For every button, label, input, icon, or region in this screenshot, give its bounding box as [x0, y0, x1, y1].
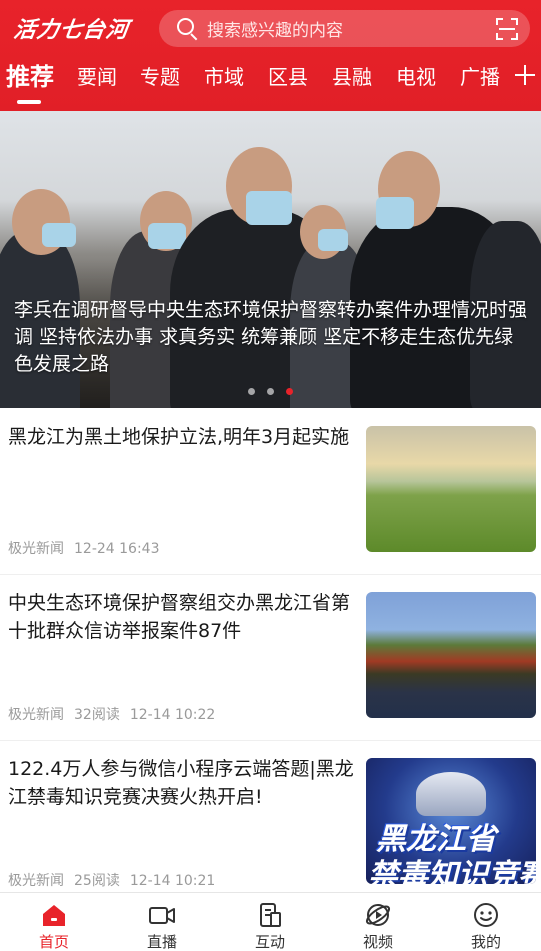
interaction-icon — [260, 903, 281, 927]
featured-banner[interactable]: 李兵在调研督导中央生态环境保护督察转办案件办理情况时强调 坚持依法办事 求真务实… — [0, 111, 541, 408]
nav-home[interactable]: 首页 — [0, 893, 108, 951]
news-title: 122.4万人参与微信小程序云端答题|黑龙江禁毒知识竞赛决赛火热开启! — [8, 758, 354, 808]
news-meta: 极光新闻 25阅读 12-14 10:21 — [8, 870, 225, 890]
news-title: 中央生态环境保护督察组交办黑龙江省第十批群众信访举报案件87件 — [8, 592, 351, 642]
news-time: 12-14 10:21 — [129, 873, 216, 889]
nav-label: 首页 — [38, 933, 69, 951]
tab-recommend[interactable]: 推荐 — [6, 58, 54, 98]
active-tab-indicator — [17, 100, 41, 104]
face-mask — [376, 197, 414, 229]
top-header: 活力七台河 搜索感兴趣的内容 推荐 要闻 专题 市域 区县 县融 电视 广播 — [0, 0, 541, 111]
banner-caption: 李兵在调研督导中央生态环境保护督察转办案件办理情况时强调 坚持依法办事 求真务实… — [14, 299, 528, 375]
trophy-graphic — [416, 772, 486, 816]
face-mask — [42, 223, 76, 247]
news-source: 极光新闻 — [8, 873, 64, 889]
search-bar[interactable]: 搜索感兴趣的内容 — [159, 10, 530, 47]
news-reads: 25阅读 — [74, 873, 120, 889]
face-mask — [318, 229, 348, 251]
live-camera-icon — [149, 907, 175, 924]
news-meta: 极光新闻 12-24 16:43 — [8, 538, 169, 558]
nav-video[interactable]: 视频 — [324, 893, 432, 951]
profile-icon — [474, 903, 498, 927]
search-placeholder: 搜索感兴趣的内容 — [207, 21, 343, 41]
tab-headlines[interactable]: 要闻 — [77, 58, 117, 98]
carousel-dot[interactable] — [248, 388, 255, 395]
news-meta: 极光新闻 32阅读 12-14 10:22 — [8, 704, 225, 724]
app-logo: 活力七台河 — [12, 18, 131, 43]
search-icon — [175, 16, 201, 42]
news-list-item[interactable]: 黑龙江为黑土地保护立法,明年3月起实施 极光新闻 12-24 16:43 — [0, 409, 541, 575]
tab-topics[interactable]: 专题 — [140, 58, 180, 98]
nav-label: 视频 — [362, 933, 393, 951]
news-thumbnail — [366, 426, 536, 552]
tab-tv[interactable]: 电视 — [396, 58, 436, 98]
carousel-dots — [248, 388, 293, 396]
nav-label: 互动 — [254, 933, 285, 951]
news-thumbnail — [366, 592, 536, 718]
channel-tabs: 推荐 要闻 专题 市域 区县 县融 电视 广播 — [0, 58, 541, 104]
carousel-dot-active[interactable] — [286, 388, 293, 395]
news-reads: 32阅读 — [74, 707, 120, 723]
nav-interaction[interactable]: 互动 — [216, 893, 324, 951]
news-list-item[interactable]: 122.4万人参与微信小程序云端答题|黑龙江禁毒知识竞赛决赛火热开启! 极光新闻… — [0, 741, 541, 907]
news-source: 极光新闻 — [8, 707, 64, 723]
face-mask — [246, 191, 292, 225]
video-icon — [365, 904, 391, 926]
news-title: 黑龙江为黑土地保护立法,明年3月起实施 — [8, 426, 350, 448]
tab-radio[interactable]: 广播 — [460, 58, 500, 98]
home-icon — [43, 905, 65, 926]
plus-icon[interactable] — [514, 64, 536, 86]
app-root: 活力七台河 搜索感兴趣的内容 推荐 要闻 专题 市域 区县 县融 电视 广播 李… — [0, 0, 541, 951]
scan-icon[interactable] — [496, 17, 518, 40]
nav-label: 我的 — [470, 933, 501, 951]
nav-profile[interactable]: 我的 — [432, 893, 540, 951]
news-thumbnail: 黑龙江省 禁毒知识竞赛 — [366, 758, 536, 884]
news-list-item[interactable]: 中央生态环境保护督察组交办黑龙江省第十批群众信访举报案件87件 极光新闻 32阅读… — [0, 575, 541, 741]
nav-label: 直播 — [146, 933, 177, 951]
tab-districts[interactable]: 区县 — [268, 58, 308, 98]
thumbnail-text: 禁毒知识竞赛 — [368, 858, 536, 884]
news-source: 极光新闻 — [8, 541, 64, 557]
carousel-dot[interactable] — [267, 388, 274, 395]
bottom-navigation: 首页 直播 互动 视频 我的 — [0, 892, 541, 951]
news-time: 12-24 16:43 — [74, 541, 160, 557]
tab-county-media[interactable]: 县融 — [332, 58, 372, 98]
nav-live[interactable]: 直播 — [108, 893, 216, 951]
face-mask — [148, 223, 186, 249]
tab-city[interactable]: 市域 — [204, 58, 244, 98]
news-time: 12-14 10:22 — [129, 707, 216, 723]
